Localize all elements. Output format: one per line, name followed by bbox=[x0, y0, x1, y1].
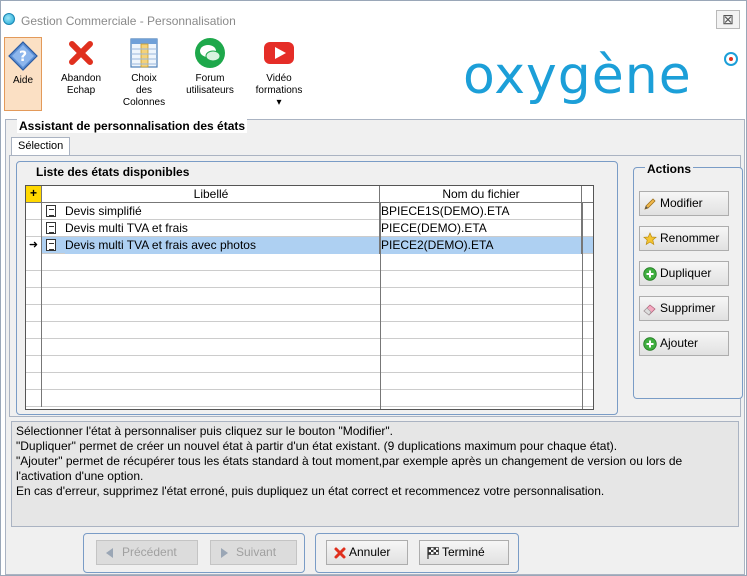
renommer-button[interactable]: Renommer bbox=[639, 226, 729, 251]
document-icon bbox=[46, 222, 56, 234]
app-icon bbox=[3, 13, 15, 25]
arrow-right-icon bbox=[221, 548, 228, 558]
eraser-icon bbox=[643, 304, 656, 316]
help-line: En cas d'erreur, supprimez l'état erroné… bbox=[16, 484, 605, 498]
main-window: Gestion Commerciale - Personnalisation ⊠… bbox=[0, 0, 747, 576]
abandon-button[interactable]: Abandon Echap bbox=[56, 37, 106, 97]
window-title: Gestion Commerciale - Personnalisation bbox=[21, 14, 236, 28]
empty-row bbox=[26, 356, 593, 373]
svg-text:oxygène: oxygène bbox=[463, 46, 692, 105]
forum-button[interactable]: Forum utilisateurs bbox=[181, 37, 239, 97]
video-label-1: Vidéo bbox=[266, 73, 292, 84]
cell-fichier: BPIECE1S(DEMO).ETA bbox=[381, 203, 582, 220]
help-icon: ? bbox=[8, 41, 38, 71]
title-bar: Gestion Commerciale - Personnalisation ⊠ bbox=[1, 1, 746, 33]
precedent-button[interactable]: Précédent bbox=[96, 540, 198, 565]
help-text-panel: Sélectionner l'état à personnaliser puis… bbox=[11, 421, 739, 527]
annuler-label: Annuler bbox=[349, 545, 391, 559]
precedent-label: Précédent bbox=[122, 545, 177, 559]
empty-row bbox=[26, 288, 593, 305]
column-header-fichier[interactable]: Nom du fichier bbox=[381, 186, 582, 202]
column-header-libelle[interactable]: Libellé bbox=[43, 186, 380, 202]
termine-button[interactable]: Terminé bbox=[419, 540, 509, 565]
svg-text:?: ? bbox=[19, 49, 27, 65]
row-selector[interactable] bbox=[26, 203, 42, 220]
columns-icon bbox=[128, 37, 160, 69]
arrow-left-icon bbox=[106, 548, 113, 558]
close-icon bbox=[65, 37, 97, 69]
grid-header: + Libellé Nom du fichier bbox=[26, 186, 593, 203]
pencil-icon bbox=[644, 198, 656, 210]
empty-row bbox=[26, 254, 593, 271]
video-icon bbox=[263, 37, 295, 69]
empty-row bbox=[26, 322, 593, 339]
ajouter-label: Ajouter bbox=[660, 336, 699, 350]
ajouter-button[interactable]: Ajouter bbox=[639, 331, 729, 356]
forum-label-2: utilisateurs bbox=[186, 85, 234, 96]
video-formations-button[interactable]: Vidéo formations ▾ bbox=[251, 37, 307, 109]
oxygene-logo: oxygène bbox=[463, 46, 738, 105]
abandon-label-1: Abandon bbox=[60, 73, 102, 84]
empty-row bbox=[26, 271, 593, 288]
empty-row bbox=[26, 305, 593, 322]
empty-row bbox=[26, 390, 593, 407]
choix-label-3: Colonnes bbox=[122, 97, 166, 108]
chevron-down-icon[interactable]: ▾ bbox=[251, 97, 307, 109]
choix-label-2: des bbox=[135, 85, 153, 96]
choix-label-1: Choix bbox=[131, 73, 157, 84]
termine-label: Terminé bbox=[442, 545, 485, 559]
wizard-title: Assistant de personnalisation des états bbox=[17, 119, 248, 133]
suivant-label: Suivant bbox=[236, 545, 277, 559]
document-icon bbox=[46, 239, 56, 251]
table-row[interactable]: Devis multi TVA et frais PIECE(DEMO).ETA bbox=[26, 220, 593, 237]
modifier-label: Modifier bbox=[660, 196, 703, 210]
dupliquer-label: Dupliquer bbox=[660, 266, 712, 280]
cancel-x-icon bbox=[334, 547, 346, 559]
help-line: Sélectionner l'état à personnaliser puis… bbox=[16, 424, 394, 438]
document-icon bbox=[46, 205, 56, 217]
dupliquer-button[interactable]: Dupliquer bbox=[639, 261, 729, 286]
help-line: "Dupliquer" permet de créer un nouvel ét… bbox=[16, 439, 618, 453]
aide-label: Aide bbox=[12, 75, 33, 86]
plus-circle-icon bbox=[643, 337, 657, 351]
renommer-label: Renommer bbox=[660, 231, 720, 245]
supprimer-label: Supprimer bbox=[660, 301, 716, 315]
toolbar: ? Aide Abandon Echap Choix des Colonnes … bbox=[1, 33, 746, 113]
table-row[interactable]: Devis simplifié BPIECE1S(DEMO).ETA bbox=[26, 203, 593, 220]
cell-fichier: PIECE2(DEMO).ETA bbox=[381, 237, 582, 254]
choix-colonnes-button[interactable]: Choix des Colonnes bbox=[119, 37, 169, 109]
tab-selection[interactable]: Sélection bbox=[11, 137, 71, 155]
plus-circle-icon bbox=[643, 267, 657, 281]
column-divider bbox=[582, 203, 583, 409]
annuler-button[interactable]: Annuler bbox=[326, 540, 408, 565]
cell-fichier: PIECE(DEMO).ETA bbox=[381, 220, 582, 237]
empty-row bbox=[26, 339, 593, 356]
cell-libelle: Devis multi TVA et frais avec photos bbox=[65, 237, 380, 254]
aide-button[interactable]: ? Aide bbox=[4, 37, 42, 111]
current-row-arrow-icon[interactable]: ➜ bbox=[26, 237, 42, 254]
list-title: Liste des états disponibles bbox=[36, 165, 190, 179]
actions-title: Actions bbox=[645, 162, 694, 176]
cell-libelle: Devis simplifié bbox=[65, 203, 380, 220]
help-line: "Ajouter" permet de récupérer tous les é… bbox=[16, 454, 683, 483]
supprimer-button[interactable]: Supprimer bbox=[639, 296, 729, 321]
abandon-label-2: Echap bbox=[66, 85, 96, 96]
suivant-button[interactable]: Suivant bbox=[210, 540, 297, 565]
row-selector[interactable] bbox=[26, 220, 42, 237]
modifier-button[interactable]: Modifier bbox=[639, 191, 729, 216]
cell-libelle: Devis multi TVA et frais bbox=[65, 220, 380, 237]
states-grid[interactable]: + Libellé Nom du fichier Devis simplifié… bbox=[25, 185, 594, 410]
star-icon bbox=[643, 232, 657, 246]
forum-icon bbox=[194, 37, 226, 69]
empty-row bbox=[26, 373, 593, 390]
checkered-flag-icon bbox=[427, 547, 439, 559]
column-divider bbox=[380, 203, 381, 409]
close-button[interactable]: ⊠ bbox=[716, 10, 740, 29]
table-row-selected[interactable]: ➜ Devis multi TVA et frais avec photos P… bbox=[26, 237, 593, 254]
forum-label-1: Forum bbox=[195, 73, 225, 84]
video-label-2: formations bbox=[255, 85, 303, 96]
add-column-icon[interactable]: + bbox=[26, 186, 42, 202]
